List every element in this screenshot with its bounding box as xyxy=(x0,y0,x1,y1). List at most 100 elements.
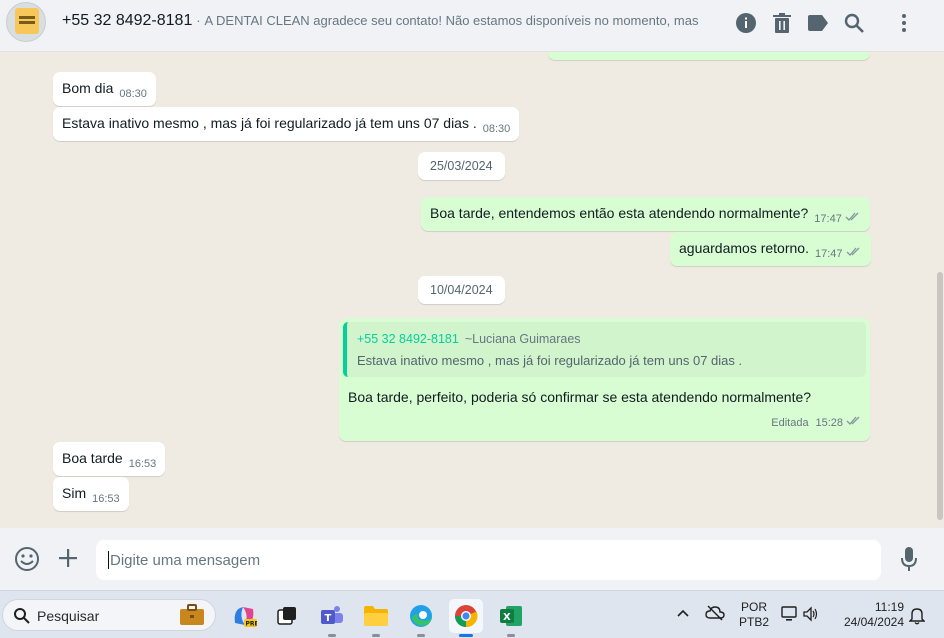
message-text: Boa tarde xyxy=(62,450,123,466)
search-icon xyxy=(844,13,864,33)
keyboard-layout: PTB2 xyxy=(738,615,769,629)
svg-text:T: T xyxy=(325,613,332,624)
quote-text: Estava inativo mesmo , mas já foi regula… xyxy=(357,353,743,368)
copilot-app[interactable]: PRE xyxy=(227,599,261,633)
network-icon xyxy=(781,606,797,621)
notifications-button[interactable] xyxy=(908,607,926,629)
dental-logo xyxy=(15,8,39,34)
chat-header: +55 32 8492-8181 · A DENTAI CLEAN agrade… xyxy=(0,0,944,52)
message-bubble-in[interactable]: Sim 16:53 xyxy=(53,477,129,511)
message-time: 16:53 xyxy=(92,493,120,505)
contact-avatar[interactable] xyxy=(6,2,46,42)
message-bubble-clipped xyxy=(548,52,870,60)
chat-scrollbar[interactable] xyxy=(937,272,943,520)
emoji-icon xyxy=(15,547,39,571)
message-bubble-reply[interactable]: +55 32 8492-8181 ~Luciana Guimaraes Estav… xyxy=(339,318,870,441)
excel-app[interactable]: X xyxy=(494,599,528,637)
quote-author: +55 32 8492-8181 xyxy=(357,332,459,346)
system-icons[interactable] xyxy=(781,606,820,626)
chrome-app[interactable] xyxy=(449,599,483,637)
search-icon xyxy=(14,608,30,624)
message-bubble-in[interactable]: Bom dia 08:30 xyxy=(53,72,156,106)
message-text: Boa tarde, entendemos então esta atenden… xyxy=(430,205,809,221)
clock[interactable]: 11:19 24/04/2024 xyxy=(838,600,904,630)
edge-app[interactable] xyxy=(404,599,438,637)
message-bubble-in[interactable]: Boa tarde 16:53 xyxy=(53,442,166,476)
mic-icon xyxy=(901,547,917,571)
search-button[interactable] xyxy=(836,10,872,36)
read-ticks-icon xyxy=(845,212,859,221)
message-input[interactable] xyxy=(96,540,881,580)
composer xyxy=(0,528,944,590)
quoted-message[interactable]: +55 32 8492-8181 ~Luciana Guimaraes Estav… xyxy=(343,322,866,377)
task-view[interactable] xyxy=(270,599,304,633)
running-indicator xyxy=(328,634,336,637)
message-time: 17:47 xyxy=(814,213,842,225)
onedrive-status[interactable] xyxy=(705,605,725,625)
message-time: 08:30 xyxy=(119,88,147,100)
date-separator: 25/03/2024 xyxy=(418,152,505,180)
date-separator: 10/04/2024 xyxy=(418,276,505,304)
bell-icon xyxy=(908,608,926,625)
svg-text:X: X xyxy=(503,612,511,623)
chevron-up-icon xyxy=(677,609,689,617)
info-button[interactable] xyxy=(728,10,764,36)
copilot-icon: PRE xyxy=(234,607,258,628)
running-indicator xyxy=(417,634,425,637)
label-icon xyxy=(808,15,828,31)
active-indicator xyxy=(459,634,473,637)
contact-info[interactable]: +55 32 8492-8181 · A DENTAI CLEAN agrade… xyxy=(62,12,702,30)
contact-phone: +55 32 8492-8181 xyxy=(62,12,193,29)
clock-date: 24/04/2024 xyxy=(843,615,904,629)
teams-icon: T xyxy=(321,606,343,624)
message-text: Sim xyxy=(62,485,87,501)
label-button[interactable] xyxy=(800,10,836,36)
svg-text:PRE: PRE xyxy=(246,621,258,628)
message-text: Boa tarde, perfeito, poderia só confirma… xyxy=(348,389,812,405)
title-separator: · xyxy=(196,13,201,28)
info-icon xyxy=(736,13,756,33)
more-icon xyxy=(902,14,906,32)
quote-author-name: ~Luciana Guimaraes xyxy=(464,332,581,346)
emoji-button[interactable] xyxy=(14,546,40,575)
windows-taskbar: Pesquisar PRE T X POR PTB2 11:19 24/04/2… xyxy=(0,590,944,638)
edge-icon xyxy=(410,605,432,627)
message-time: 17:47 xyxy=(814,248,843,260)
edited-label: Editada xyxy=(771,417,809,429)
clock-time: 11:19 xyxy=(874,600,904,614)
message-bubble-out[interactable]: Boa tarde, entendemos então esta atenden… xyxy=(421,197,870,231)
attach-button[interactable] xyxy=(56,546,80,573)
voice-button[interactable] xyxy=(899,546,919,575)
show-hidden-icons[interactable] xyxy=(676,607,690,622)
message-list[interactable]: Bom dia 08:30 Estava inativo mesmo , mas … xyxy=(0,52,944,528)
message-time: 08:30 xyxy=(482,123,511,135)
message-bubble-in[interactable]: Estava inativo mesmo , mas já foi regula… xyxy=(53,107,520,141)
chrome-icon xyxy=(455,605,478,628)
message-text: aguardamos retorno. xyxy=(679,240,809,256)
excel-icon: X xyxy=(500,606,522,626)
plus-icon xyxy=(59,549,77,567)
file-explorer-app[interactable] xyxy=(359,599,393,637)
text-cursor xyxy=(108,551,109,569)
briefcase-icon xyxy=(180,604,204,625)
language-switcher[interactable]: POR PTB2 xyxy=(738,600,770,630)
taskbar-search[interactable]: Pesquisar xyxy=(2,599,216,631)
language-code: POR xyxy=(740,600,767,614)
message-time: 15:28 xyxy=(815,417,843,429)
running-indicator xyxy=(372,634,380,637)
message-text: Bom dia xyxy=(62,80,114,96)
running-indicator xyxy=(507,634,515,637)
trash-icon xyxy=(773,13,791,33)
message-text: Estava inativo mesmo , mas já foi regula… xyxy=(62,115,477,131)
menu-button[interactable] xyxy=(886,10,922,36)
task-view-icon xyxy=(277,607,296,625)
delete-button[interactable] xyxy=(764,10,800,36)
message-time: 16:53 xyxy=(128,458,157,470)
cloud-off-icon xyxy=(705,605,725,621)
contact-status: A DENTAI CLEAN agradece seu contato! Não… xyxy=(204,13,702,28)
message-bubble-out[interactable]: aguardamos retorno. 17:47 xyxy=(670,232,871,266)
volume-icon xyxy=(803,606,818,622)
read-ticks-icon xyxy=(846,416,860,425)
search-label: Pesquisar xyxy=(37,608,100,624)
teams-app[interactable]: T xyxy=(315,599,349,637)
